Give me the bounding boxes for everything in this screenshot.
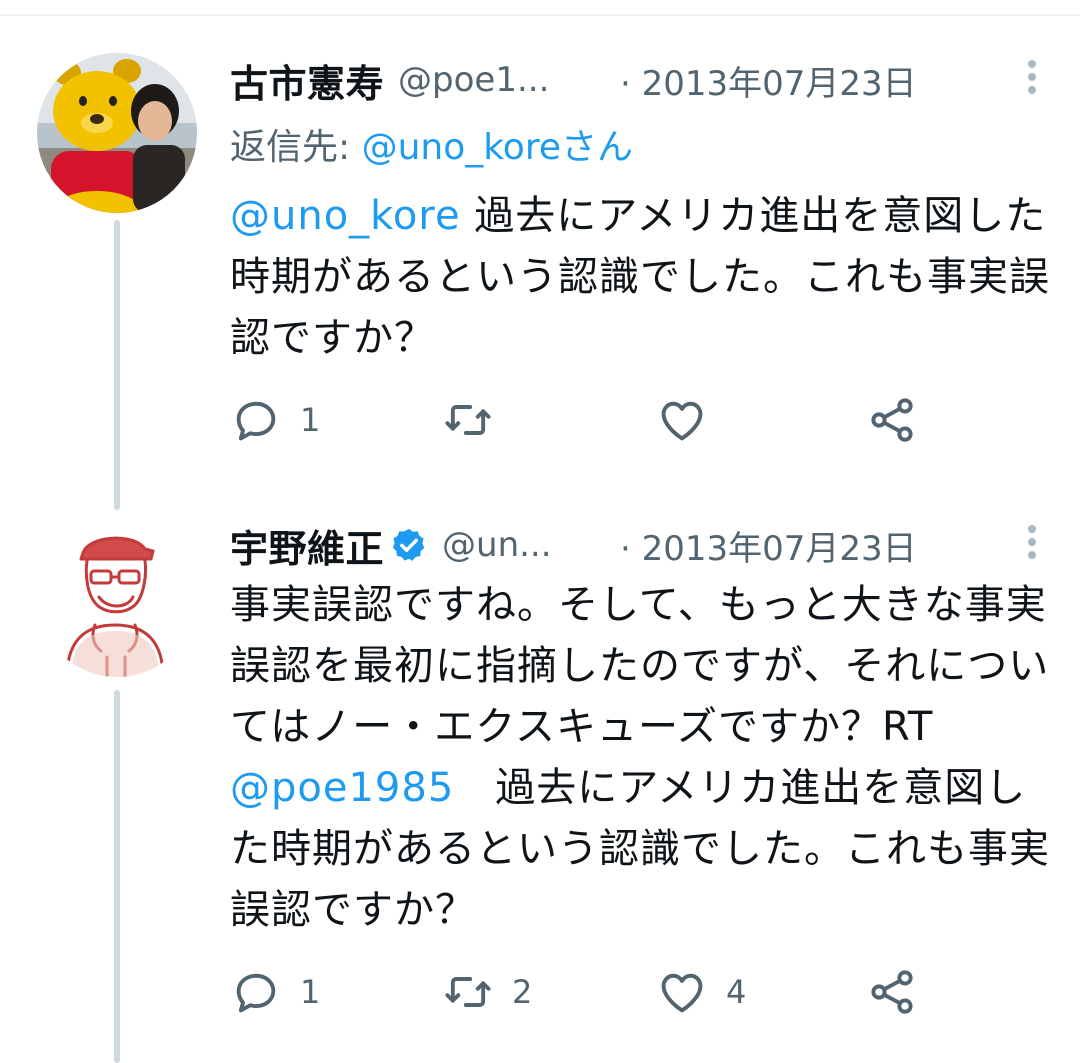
- avatar[interactable]: [37, 517, 197, 677]
- text-mention[interactable]: @uno_kore: [230, 193, 461, 239]
- reply-to-line: 返信先: @uno_koreさん: [230, 118, 633, 170]
- retweet-button[interactable]: 2: [442, 962, 532, 1022]
- tweet-text-content: 事実誤認ですね。そして、もっと大きな事実誤認を最初に指摘したのですが、それについ…: [230, 582, 1050, 750]
- tweet-text: 事実誤認ですね。そして、もっと大きな事実誤認を最初に指摘したのですが、それについ…: [230, 575, 1050, 941]
- tweet-date[interactable]: · 2013年07月23日: [620, 56, 917, 105]
- top-divider: [0, 14, 1080, 16]
- tweet-text: @uno_kore 過去にアメリカ進出を意図した時期があるという認識でした。これ…: [230, 186, 1050, 369]
- author-handle[interactable]: @un...: [442, 525, 552, 565]
- tweet-date[interactable]: · 2013年07月23日: [620, 521, 917, 570]
- thread-connector: [114, 220, 120, 510]
- reply-button[interactable]: 1: [230, 962, 320, 1022]
- verified-badge-icon: [392, 528, 425, 561]
- like-count: 4: [726, 973, 747, 1011]
- more-options-icon[interactable]: [1024, 56, 1040, 102]
- like-button[interactable]: [656, 390, 726, 450]
- retweet-button[interactable]: [442, 390, 512, 450]
- more-options-icon[interactable]: [1024, 521, 1040, 567]
- reply-icon: [236, 401, 276, 441]
- reply-count: 1: [300, 973, 321, 1011]
- retweet-count: 2: [512, 973, 533, 1011]
- author-handle[interactable]: @poe1...: [398, 60, 549, 100]
- retweet-icon: [445, 405, 491, 435]
- reply-to-mention[interactable]: @uno_koreさん: [362, 127, 633, 168]
- heart-icon: [661, 973, 703, 1013]
- share-button[interactable]: [866, 962, 918, 1022]
- thread-connector: [114, 690, 120, 1063]
- share-button[interactable]: [866, 390, 918, 450]
- reply-icon: [236, 973, 276, 1013]
- reply-button[interactable]: 1: [230, 390, 320, 450]
- reply-count: 1: [300, 401, 321, 439]
- illustrated-avatar-image: [37, 517, 197, 677]
- author-name[interactable]: 古市憲寿: [230, 53, 384, 108]
- reply-to-label: 返信先:: [230, 127, 362, 168]
- text-mention[interactable]: @poe1985: [230, 765, 454, 811]
- retweet-icon: [445, 977, 491, 1007]
- share-icon: [871, 970, 913, 1014]
- heart-icon: [661, 401, 703, 441]
- tweet-actions: 1: [230, 390, 930, 450]
- pooh-avatar-image: [37, 53, 197, 213]
- author-name[interactable]: 宇野維正: [230, 518, 384, 573]
- avatar[interactable]: [37, 53, 197, 213]
- tweet-actions: 1 2 4: [230, 962, 930, 1022]
- like-button[interactable]: 4: [656, 962, 746, 1022]
- share-icon: [871, 398, 913, 442]
